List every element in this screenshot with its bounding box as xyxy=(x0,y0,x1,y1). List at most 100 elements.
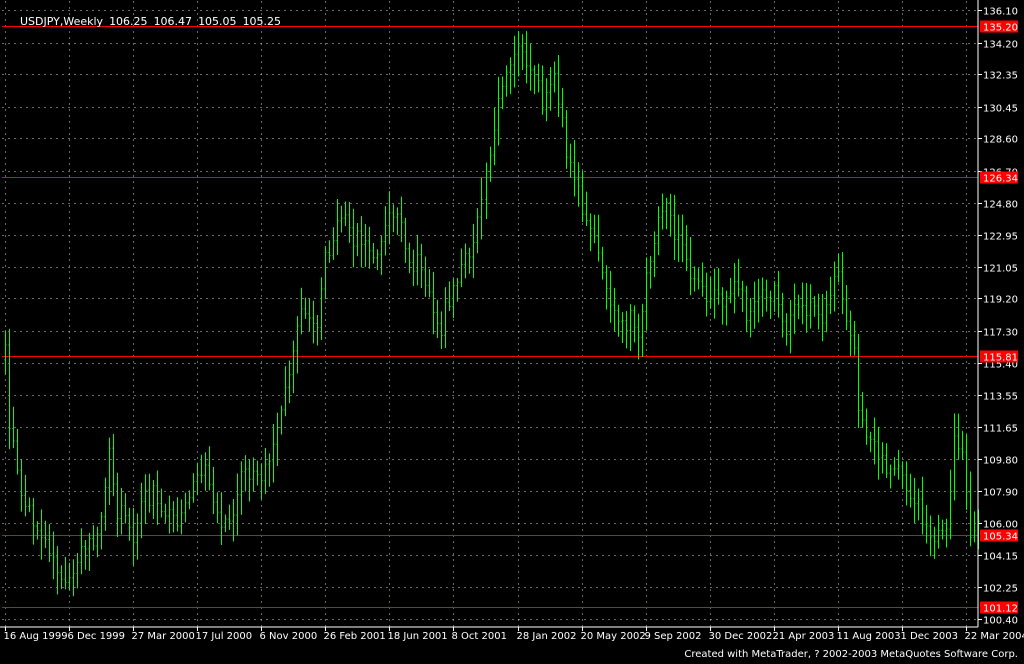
ohlc-bar xyxy=(152,480,155,519)
ohlc-bar xyxy=(104,477,107,531)
grid xyxy=(2,1,978,627)
ohlc-bar xyxy=(412,249,415,287)
credits-footer: Created with MetaTrader, ? 2002-2003 Met… xyxy=(684,649,1018,660)
x-tick-label: 16 Aug 1999 xyxy=(4,631,68,642)
ohlc-bar xyxy=(713,268,716,319)
ohlc-bar xyxy=(228,504,231,530)
price-chart[interactable]: 136.10134.20132.35130.45128.60126.70124.… xyxy=(0,0,1024,664)
ohlc-bar xyxy=(797,294,800,320)
ohlc-bar xyxy=(320,277,323,340)
ohlc-bar xyxy=(753,281,756,329)
ohlc-bar xyxy=(72,559,75,597)
y-tick-label: 130.45 xyxy=(983,104,1018,115)
ohlc-bar xyxy=(873,417,876,465)
y-tick-label: 132.35 xyxy=(983,71,1018,82)
ohlc-bar xyxy=(436,299,439,339)
y-tick-label: 100.40 xyxy=(983,616,1018,627)
ohlc-bar xyxy=(957,413,960,460)
horizontal-line-label: 105.34 xyxy=(983,532,1018,543)
ohlc-bar xyxy=(593,214,596,244)
ohlc-bar xyxy=(92,525,95,551)
ohlc-bar xyxy=(585,191,588,227)
ohlc-bar xyxy=(148,473,151,513)
ohlc-bar xyxy=(144,474,147,525)
ohlc-bar xyxy=(597,214,600,262)
ohlc-bar xyxy=(893,457,896,476)
ohlc-bar xyxy=(236,473,239,536)
ohlc-close: 105.25 xyxy=(242,15,282,28)
ohlc-bar xyxy=(168,495,171,534)
ohlc-bar xyxy=(609,270,612,323)
ohlc-bar xyxy=(400,196,403,243)
ohlc-bar xyxy=(633,305,636,343)
ohlc-bar xyxy=(757,278,760,323)
ohlc-bar xyxy=(292,340,295,394)
ohlc-bar xyxy=(212,466,215,515)
ohlc-bar xyxy=(629,304,632,351)
ohlc-open: 106.25 xyxy=(109,15,148,28)
ohlc-bar xyxy=(60,565,63,590)
chart-window[interactable]: 136.10134.20132.35130.45128.60126.70124.… xyxy=(0,0,1024,664)
ohlc-bar xyxy=(240,461,243,515)
ohlc-bar xyxy=(68,562,71,591)
y-tick-label: 124.80 xyxy=(983,200,1018,211)
ohlc-bar xyxy=(573,139,576,197)
ohlc-bar xyxy=(801,282,804,325)
ohlc-bar xyxy=(845,284,848,331)
horizontal-lines[interactable] xyxy=(2,26,978,608)
ohlc-bar xyxy=(272,423,275,483)
ohlc-bar xyxy=(933,526,936,559)
ohlc-bar xyxy=(685,225,688,271)
ohlc-bar xyxy=(424,256,427,297)
ohlc-bar xyxy=(124,493,127,524)
ohlc-bar xyxy=(16,428,19,475)
y-tick-label: 106.00 xyxy=(983,520,1018,531)
ohlc-bar xyxy=(284,366,287,417)
ohlc-bar xyxy=(440,311,443,349)
ohlc-bar xyxy=(368,226,371,269)
y-tick-label: 117.30 xyxy=(983,328,1018,339)
ohlc-bar xyxy=(553,61,556,93)
ohlc-bar xyxy=(897,449,900,480)
ohlc-bar xyxy=(480,177,483,240)
ohlc-bar xyxy=(76,553,79,589)
ohlc-bar xyxy=(717,268,720,305)
x-tick-label: 26 Feb 2001 xyxy=(324,631,386,642)
ohlc-bar xyxy=(765,279,768,312)
ohlc-bar xyxy=(196,462,199,496)
ohlc-bar xyxy=(24,474,27,517)
time-axis: 16 Aug 1999 6 Dec 1999 27 Mar 2000 17 Jul 2… xyxy=(0,626,1024,642)
ohlc-bar xyxy=(697,268,700,290)
ohlc-bar xyxy=(837,253,840,283)
ohlc-bar xyxy=(865,408,868,445)
ohlc-bar xyxy=(785,313,788,346)
ohlc-bar xyxy=(348,202,351,243)
ohlc-bar xyxy=(252,457,255,492)
ohlc-bar xyxy=(533,65,536,95)
ohlc-bar xyxy=(849,310,852,356)
ohlc-bar xyxy=(160,488,163,518)
ohlc-bar xyxy=(521,34,524,70)
ohlc-bar xyxy=(108,437,111,505)
ohlc-bar xyxy=(380,235,383,275)
ohlc-bar xyxy=(360,216,363,268)
ohlc-bar xyxy=(392,204,395,233)
ohlc-bar xyxy=(460,248,463,288)
ohlc-bar xyxy=(188,490,191,510)
x-tick-label: 18 Jun 2001 xyxy=(388,631,448,642)
ohlc-bar xyxy=(673,194,676,260)
ohlc-bar xyxy=(853,321,856,356)
ohlc-bar xyxy=(653,231,656,278)
ohlc-bar xyxy=(709,276,712,309)
x-tick-label: 21 Apr 2003 xyxy=(773,631,835,642)
ohlc-bar xyxy=(769,290,772,320)
ohlc-bar xyxy=(8,328,11,450)
ohlc-bar xyxy=(132,507,135,566)
ohlc-bar xyxy=(176,497,179,532)
ohlc-bar xyxy=(677,214,680,262)
ohlc-bar xyxy=(825,290,828,333)
ohlc-bar xyxy=(316,315,319,346)
ohlc-bar xyxy=(613,287,616,332)
x-tick-label: 27 Mar 2000 xyxy=(132,631,195,642)
y-tick-label: 111.65 xyxy=(983,424,1018,435)
